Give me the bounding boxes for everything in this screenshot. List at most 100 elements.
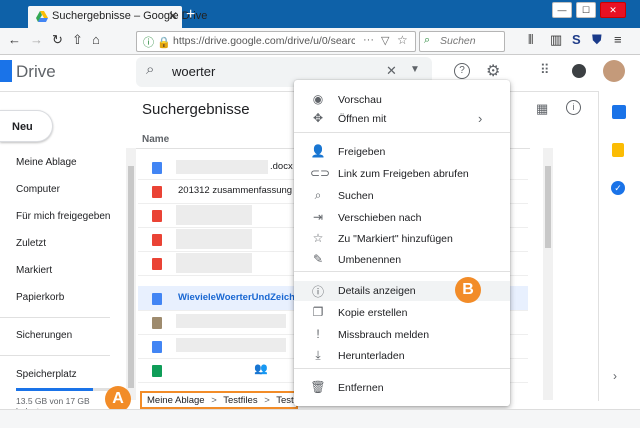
info-icon[interactable]: ⓘ 🔒	[143, 34, 171, 50]
menu-item-zu-markiert-hinzufügen[interactable]: ☆ Zu "Markiert" hinzufügen	[294, 229, 510, 249]
sidebar-item-trash[interactable]: Papierkorb	[16, 292, 64, 303]
redacted-name	[176, 160, 268, 174]
help-icon[interactable]: ?	[454, 63, 470, 79]
menu-item-label: Kopie erstellen	[338, 307, 408, 319]
scrollbar-thumb[interactable]	[128, 166, 134, 388]
back-icon[interactable]: ←	[8, 32, 21, 47]
browser-tab[interactable]: Suchergebnisse – Google Drive ✕	[28, 6, 207, 28]
bookmark-star-icon[interactable]: ☆	[397, 33, 408, 47]
column-header-name[interactable]: Name	[142, 134, 169, 145]
pencil-icon: ✎	[312, 252, 324, 266]
pocket-icon[interactable]: ▽	[381, 34, 389, 47]
drive-favicon-icon	[36, 11, 48, 22]
browser-statusbar	[0, 409, 640, 428]
calendar-icon[interactable]	[612, 105, 626, 119]
menu-item-kopie-erstellen[interactable]: ❐ Kopie erstellen	[294, 303, 510, 323]
redacted-name	[176, 253, 252, 273]
redacted-name	[176, 229, 252, 249]
drive-title[interactable]: Drive	[16, 62, 56, 82]
grid-view-icon[interactable]: ▦	[536, 101, 548, 117]
menu-item-label: Link zum Freigeben abrufen	[338, 168, 469, 180]
drive-logo-icon	[0, 60, 12, 82]
menu-item-missbrauch-melden[interactable]: ! Missbrauch melden	[294, 325, 510, 345]
browser-titlebar: Suchergebnisse – Google Drive ✕ + — ☐ ✕	[0, 0, 640, 28]
new-button[interactable]: Neu	[0, 110, 53, 142]
search-input[interactable]: woerter	[172, 64, 215, 79]
library-icon[interactable]: ⫴	[528, 32, 533, 48]
sidebar-item-shared[interactable]: Für mich freigegeben	[16, 211, 111, 222]
reload-icon[interactable]: ↻	[52, 32, 63, 48]
annotation-b-badge: B	[455, 277, 481, 303]
sidebar-item-storage[interactable]: Speicherplatz	[16, 369, 77, 380]
menu-item-herunterladen[interactable]: ⤓ Herunterladen	[294, 346, 510, 366]
close-window-icon[interactable]: ✕	[600, 2, 626, 18]
notifications-icon[interactable]	[572, 64, 586, 78]
sidebar-item-recent[interactable]: Zuletzt	[16, 238, 46, 249]
new-tab-icon[interactable]: +	[186, 6, 195, 24]
more-actions-icon[interactable]: ···	[363, 34, 374, 46]
menu-item-label: Öffnen mit	[338, 113, 387, 125]
link-icon: ⊂⊃	[310, 166, 331, 180]
menu-item-verschieben-nach[interactable]: ⇥ Verschieben nach	[294, 208, 510, 228]
download-icon: ⤓	[315, 348, 321, 362]
menu-item-entfernen[interactable]: 🗑 Entfernen	[294, 378, 510, 398]
menu-item-freigeben[interactable]: 👤 Freigeben	[294, 142, 510, 162]
sidebar-item-my-drive[interactable]: Meine Ablage	[16, 157, 77, 168]
pdf-file-icon	[152, 234, 162, 246]
apps-grid-icon[interactable]: ⠿	[540, 62, 549, 78]
breadcrumb-path: Meine Ablage > Testfiles > Testordi	[147, 395, 310, 406]
copy-icon: ❐	[312, 305, 324, 319]
breadcrumb: Meine Ablage > Testfiles > Testordi	[140, 391, 310, 409]
browser-search-box[interactable]: ⌕ Suchen	[419, 31, 505, 52]
tab-close-icon[interactable]: ✕	[168, 9, 178, 23]
storage-text: 13.5 GB von 17 GB	[16, 396, 90, 406]
menu-item-link-zum-freigeben-abrufen[interactable]: ⊂⊃ Link zum Freigeben abrufen	[294, 164, 510, 184]
avatar[interactable]	[603, 60, 625, 82]
side-panel: ✓ ›	[598, 91, 640, 401]
doc-file-icon	[152, 341, 162, 353]
menu-item-vorschau[interactable]: ◉ Vorschau	[294, 90, 510, 110]
shared-people-icon: 👥	[254, 363, 268, 375]
page-scrollbar[interactable]	[543, 148, 553, 400]
sheet-file-icon	[152, 365, 162, 377]
browser-search-placeholder: Suchen	[440, 35, 476, 47]
pdf-file-icon	[152, 210, 162, 222]
menu-item-label: Suchen	[338, 190, 374, 202]
breadcrumb-item[interactable]: Meine Ablage	[147, 395, 205, 406]
extension-s-icon[interactable]: S	[572, 32, 581, 47]
menu-divider	[294, 132, 510, 133]
eye-icon: ◉	[312, 92, 324, 106]
search-options-icon[interactable]: ▼	[410, 64, 420, 75]
sidebar-toggle-icon[interactable]: ▥	[550, 32, 562, 48]
list-scrollbar[interactable]	[126, 148, 136, 400]
sidebar-item-computer[interactable]: Computer	[16, 184, 60, 195]
tasks-icon[interactable]: ✓	[611, 181, 625, 195]
details-info-icon[interactable]: i	[566, 100, 581, 115]
menu-item-umbenennen[interactable]: ✎ Umbenennen	[294, 250, 510, 270]
clear-search-icon[interactable]: ✕	[386, 63, 397, 79]
menu-item-suchen[interactable]: ⌕ Suchen	[294, 186, 510, 206]
menu-icon[interactable]: ≡	[614, 32, 622, 47]
forward-icon[interactable]: →	[30, 32, 43, 47]
shield-icon[interactable]: ⛊	[592, 32, 602, 48]
chevron-right-icon: >	[211, 395, 217, 406]
sidebar-item-starred[interactable]: Markiert	[16, 265, 52, 276]
upload-icon[interactable]: ⇧	[72, 32, 83, 48]
trash-icon: 🗑	[310, 380, 326, 394]
home-icon[interactable]: ⌂	[92, 32, 100, 47]
redacted-name	[176, 205, 252, 225]
minimize-icon[interactable]: —	[552, 2, 572, 18]
maximize-icon[interactable]: ☐	[576, 2, 596, 18]
keep-icon[interactable]	[612, 143, 624, 157]
menu-divider	[294, 368, 510, 369]
lock-icon: 🔒	[157, 37, 171, 49]
sidebar-item-backups[interactable]: Sicherungen	[16, 330, 72, 341]
url-bar[interactable]: ⓘ 🔒 https://drive.google.com/drive/u/0/s…	[136, 31, 416, 52]
expand-panel-icon[interactable]: ›	[613, 369, 617, 383]
breadcrumb-item[interactable]: Testfiles	[223, 395, 257, 406]
settings-gear-icon[interactable]: ⚙	[486, 61, 500, 81]
search-icon[interactable]: ⌕	[146, 61, 154, 78]
menu-item-label: Freigeben	[338, 146, 386, 158]
menu-item-öffnen-mit[interactable]: ✥ Öffnen mit ›	[294, 109, 510, 129]
scrollbar-thumb[interactable]	[545, 166, 551, 248]
